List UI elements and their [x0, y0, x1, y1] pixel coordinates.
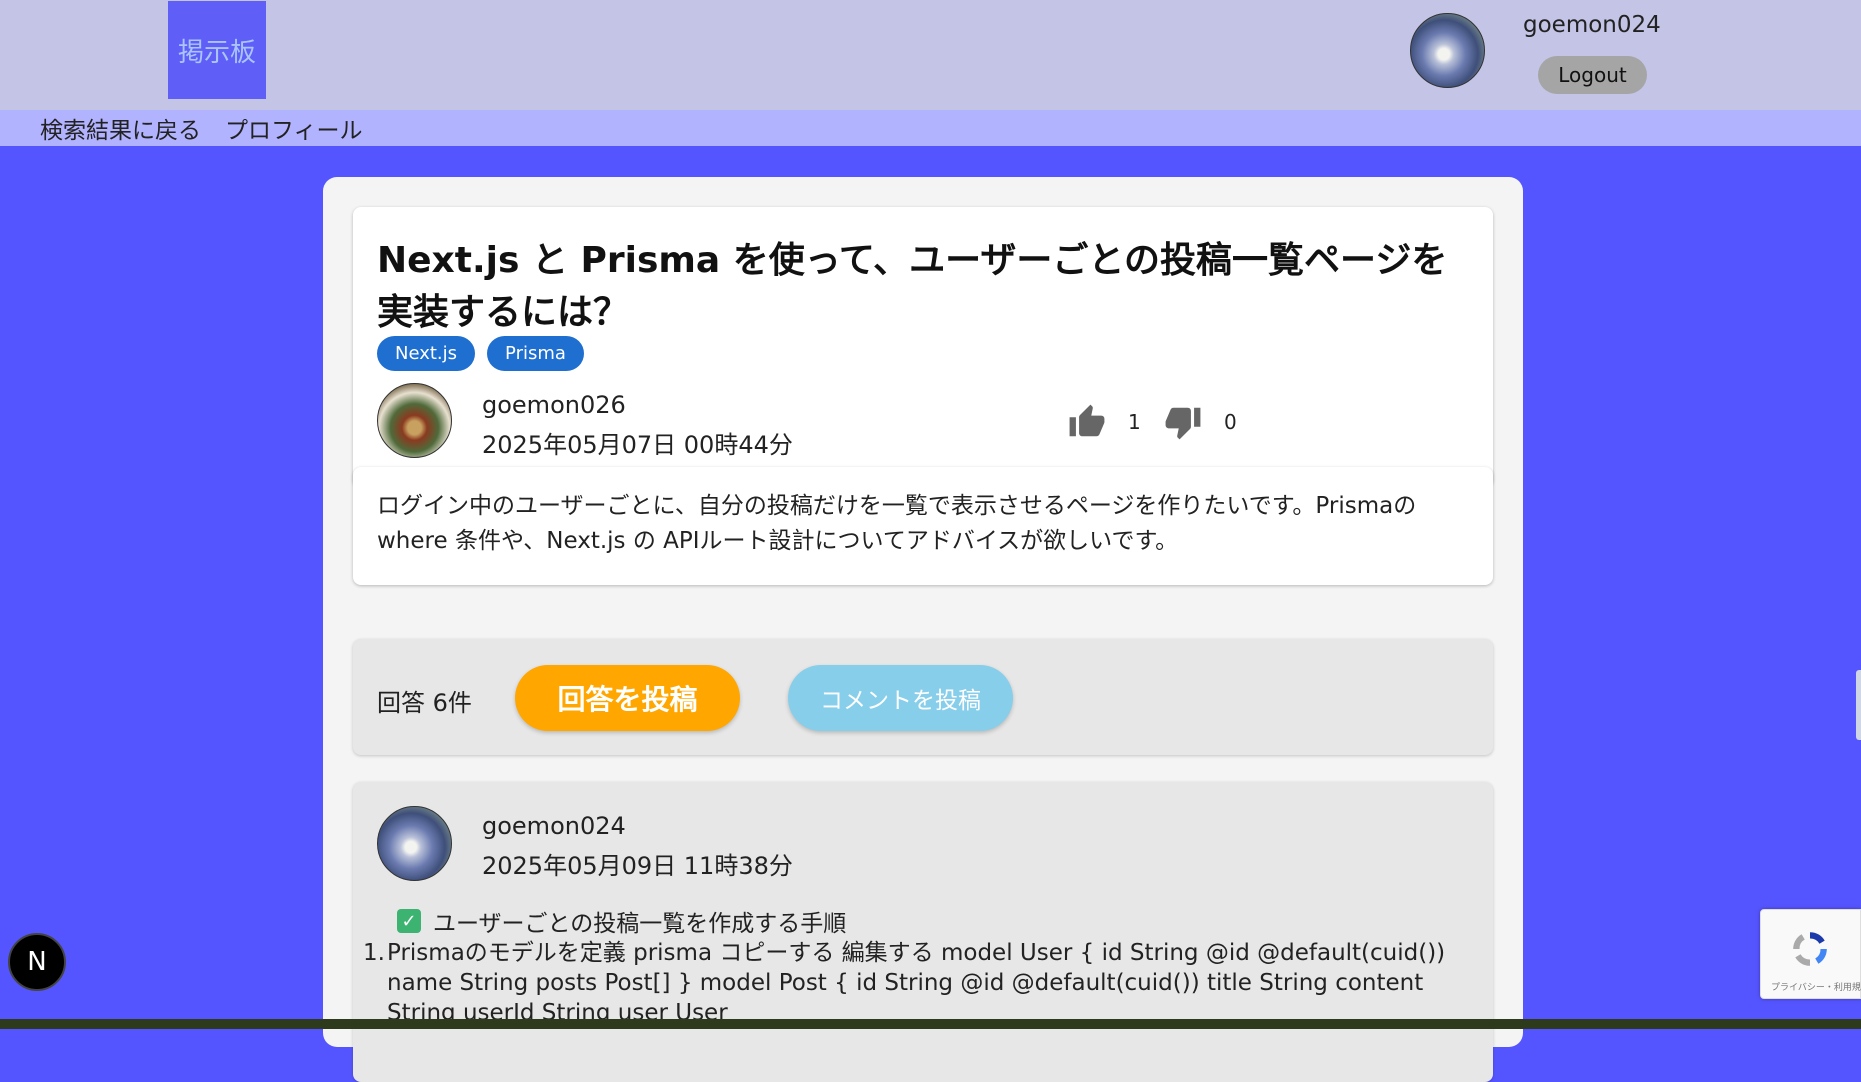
nav-profile[interactable]: プロフィール	[225, 111, 363, 145]
recaptcha-badge[interactable]: プライバシー・利用規約	[1760, 909, 1861, 999]
tag-prisma[interactable]: Prisma	[487, 336, 584, 371]
side-scroll-handle[interactable]	[1856, 670, 1861, 740]
like-count: 1	[1128, 410, 1141, 434]
dislike-vote: 0	[1164, 403, 1237, 441]
dislike-count: 0	[1224, 410, 1237, 434]
tag-list: Next.js Prisma	[377, 336, 584, 371]
site-header: 掲示板 goemon024 Logout	[0, 0, 1861, 110]
tag-nextjs[interactable]: Next.js	[377, 336, 476, 371]
bottom-strip	[0, 1019, 1861, 1029]
main-content: Next.js と Prisma を使って、ユーザーごとの投稿一覧ページを実装す…	[323, 177, 1523, 1082]
answers-toolbar: 回答 6件 回答を投稿 コメントを投稿	[353, 639, 1493, 755]
nav-back-to-results[interactable]: 検索結果に戻る	[40, 111, 201, 145]
post-date: 2025年05月07日 00時44分	[482, 431, 793, 459]
check-icon: ✓	[397, 909, 421, 933]
like-vote: 1	[1068, 403, 1141, 441]
answer-author-name: goemon024	[482, 812, 626, 840]
answer-steps-list: 1. Prismaのモデルを定義 prisma コピーする 編集する model…	[363, 938, 1473, 1028]
answer-heading-text: ユーザーごとの投稿一覧を作成する手順	[433, 911, 847, 937]
post-header-card: Next.js と Prisma を使って、ユーザーごとの投稿一覧ページを実装す…	[353, 207, 1493, 487]
answer-card: goemon024 2025年05月09日 11時38分 ✓ ユーザーごとの投稿…	[353, 782, 1493, 1082]
recaptcha-privacy-terms[interactable]: プライバシー・利用規約	[1771, 980, 1861, 993]
user-avatar[interactable]	[1410, 13, 1485, 88]
post-body: ログイン中のユーザーごとに、自分の投稿だけを一覧で表示させるページを作りたいです…	[377, 493, 1417, 554]
site-logo[interactable]: 掲示板	[168, 1, 266, 99]
thumbs-down-icon[interactable]	[1164, 403, 1202, 441]
post-answer-button[interactable]: 回答を投稿	[515, 665, 740, 731]
answer-author-avatar[interactable]	[377, 806, 452, 881]
list-item-number: 1.	[363, 940, 385, 966]
nextjs-dev-badge[interactable]: N	[8, 933, 66, 991]
logout-button[interactable]: Logout	[1538, 56, 1647, 94]
answers-count: 回答 6件	[377, 689, 472, 717]
thumbs-up-icon[interactable]	[1068, 403, 1106, 441]
author-name: goemon026	[482, 391, 626, 419]
answer-date: 2025年05月09日 11時38分	[482, 852, 793, 880]
nav-bar: 検索結果に戻る プロフィール	[0, 110, 1861, 146]
author-avatar[interactable]	[377, 383, 452, 458]
answer-heading: ✓ ユーザーごとの投稿一覧を作成する手順	[397, 904, 846, 938]
recaptcha-icon	[1793, 932, 1827, 966]
header-username: goemon024	[1523, 12, 1661, 38]
post-title: Next.js と Prisma を使って、ユーザーごとの投稿一覧ページを実装す…	[377, 240, 1448, 333]
post-comment-button[interactable]: コメントを投稿	[788, 665, 1013, 731]
list-item-text: Prismaのモデルを定義 prisma コピーする 編集する model Us…	[387, 940, 1446, 1026]
post-body-card: ログイン中のユーザーごとに、自分の投稿だけを一覧で表示させるページを作りたいです…	[353, 467, 1493, 585]
